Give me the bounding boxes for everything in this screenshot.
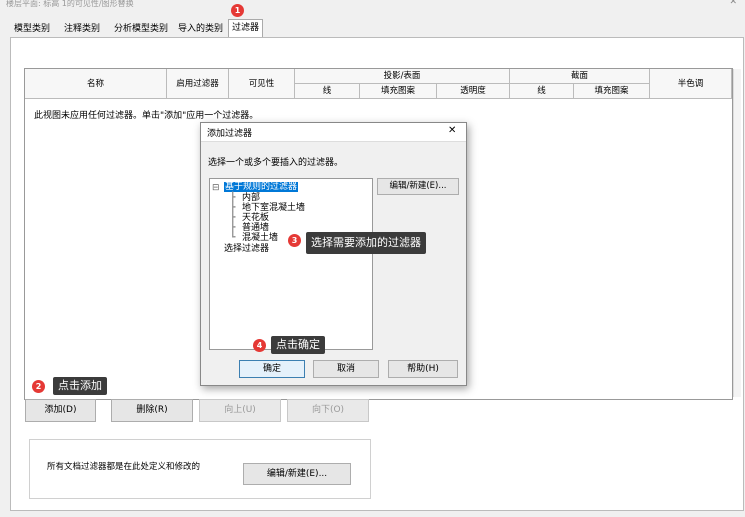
window-titlebar: 楼层平面: 标高 1的可见性/图形替换 ✕: [0, 0, 745, 12]
header-proj-patterns[interactable]: 填充图案: [360, 84, 437, 99]
collapse-icon[interactable]: ⊟: [212, 183, 220, 193]
dialog-prompt: 选择一个或多个要插入的过滤器。: [208, 158, 344, 168]
empty-table-message: 此视图未应用任何过滤器。单击"添加"应用一个过滤器。: [34, 111, 259, 121]
callout-select-filter: 选择需要添加的过滤器: [306, 232, 426, 254]
tree-node-basement-wall[interactable]: 地下室混凝土墙: [242, 203, 305, 213]
tree-node-concrete-wall[interactable]: 混凝土墙: [242, 233, 278, 243]
add-button[interactable]: 添加(D): [25, 399, 96, 422]
tree-node-interior[interactable]: 内部: [242, 193, 260, 203]
dialog-title: 添加过滤器: [207, 129, 253, 139]
header-halftone[interactable]: 半色调: [650, 69, 732, 99]
callout-click-ok: 点击确定: [271, 336, 325, 354]
remove-button[interactable]: 删除(R): [111, 399, 193, 422]
tree-node-selection-filters[interactable]: 选择过滤器: [224, 244, 269, 254]
close-icon[interactable]: ✕: [729, 0, 737, 7]
ok-button[interactable]: 确定: [239, 360, 305, 378]
vertical-scrollbar[interactable]: [733, 69, 741, 397]
step-badge-2: 2: [32, 380, 45, 393]
header-projection-surface: 投影/表面: [295, 69, 510, 84]
header-proj-lines[interactable]: 线: [295, 84, 360, 99]
edit-new-filters-button[interactable]: 编辑/新建(E)...: [243, 463, 351, 485]
tab-annotation-categories[interactable]: 注释类别: [60, 20, 104, 38]
header-visibility[interactable]: 可见性: [229, 69, 295, 99]
dialog-titlebar: 添加过滤器 ✕: [201, 123, 466, 142]
group-description: 所有文档过滤器都是在此处定义和修改的: [47, 462, 201, 472]
callout-click-add: 点击添加: [53, 377, 107, 395]
tree-node-ceiling[interactable]: 天花板: [242, 213, 269, 223]
cancel-button[interactable]: 取消: [313, 360, 379, 378]
step-badge-4: 4: [253, 339, 266, 352]
window-title: 楼层平面: 标高 1的可见性/图形替换: [6, 0, 134, 8]
tab-filters[interactable]: 过滤器: [228, 19, 264, 39]
dialog-edit-new-button[interactable]: 编辑/新建(E)...: [377, 178, 459, 195]
tree-node-rule-based[interactable]: 基于规则的过滤器: [224, 182, 299, 192]
header-cut-lines[interactable]: 线: [510, 84, 574, 99]
tab-imported-categories[interactable]: 导入的类别: [174, 20, 227, 38]
header-proj-transparency[interactable]: 透明度: [437, 84, 510, 99]
add-filter-dialog: 添加过滤器 ✕ 选择一个或多个要插入的过滤器。 ⊟ 基于规则的过滤器 ┣ 内部 …: [200, 122, 467, 386]
tab-model-categories[interactable]: 模型类别: [10, 20, 54, 38]
filter-tree[interactable]: ⊟ 基于规则的过滤器 ┣ 内部 ┣ 地下室混凝土墙 ┣ 天花板 ┣ 普通墙 ┗ …: [209, 178, 373, 350]
step-badge-3: 3: [288, 234, 301, 247]
move-up-button[interactable]: 向上(U): [199, 399, 281, 422]
header-cut: 截面: [510, 69, 650, 84]
header-enable-filter[interactable]: 启用过滤器: [167, 69, 229, 99]
tree-node-basic-wall[interactable]: 普通墙: [242, 223, 269, 233]
dialog-close-icon[interactable]: ✕: [448, 125, 456, 136]
help-button[interactable]: 帮助(H): [388, 360, 458, 378]
move-down-button[interactable]: 向下(O): [287, 399, 369, 422]
header-cut-patterns[interactable]: 填充图案: [574, 84, 650, 99]
header-name[interactable]: 名称: [25, 69, 167, 99]
filter-definition-group: 所有文档过滤器都是在此处定义和修改的 编辑/新建(E)...: [29, 439, 371, 499]
tab-analytical-categories[interactable]: 分析模型类别: [110, 20, 172, 38]
step-badge-1: 1: [231, 4, 244, 17]
